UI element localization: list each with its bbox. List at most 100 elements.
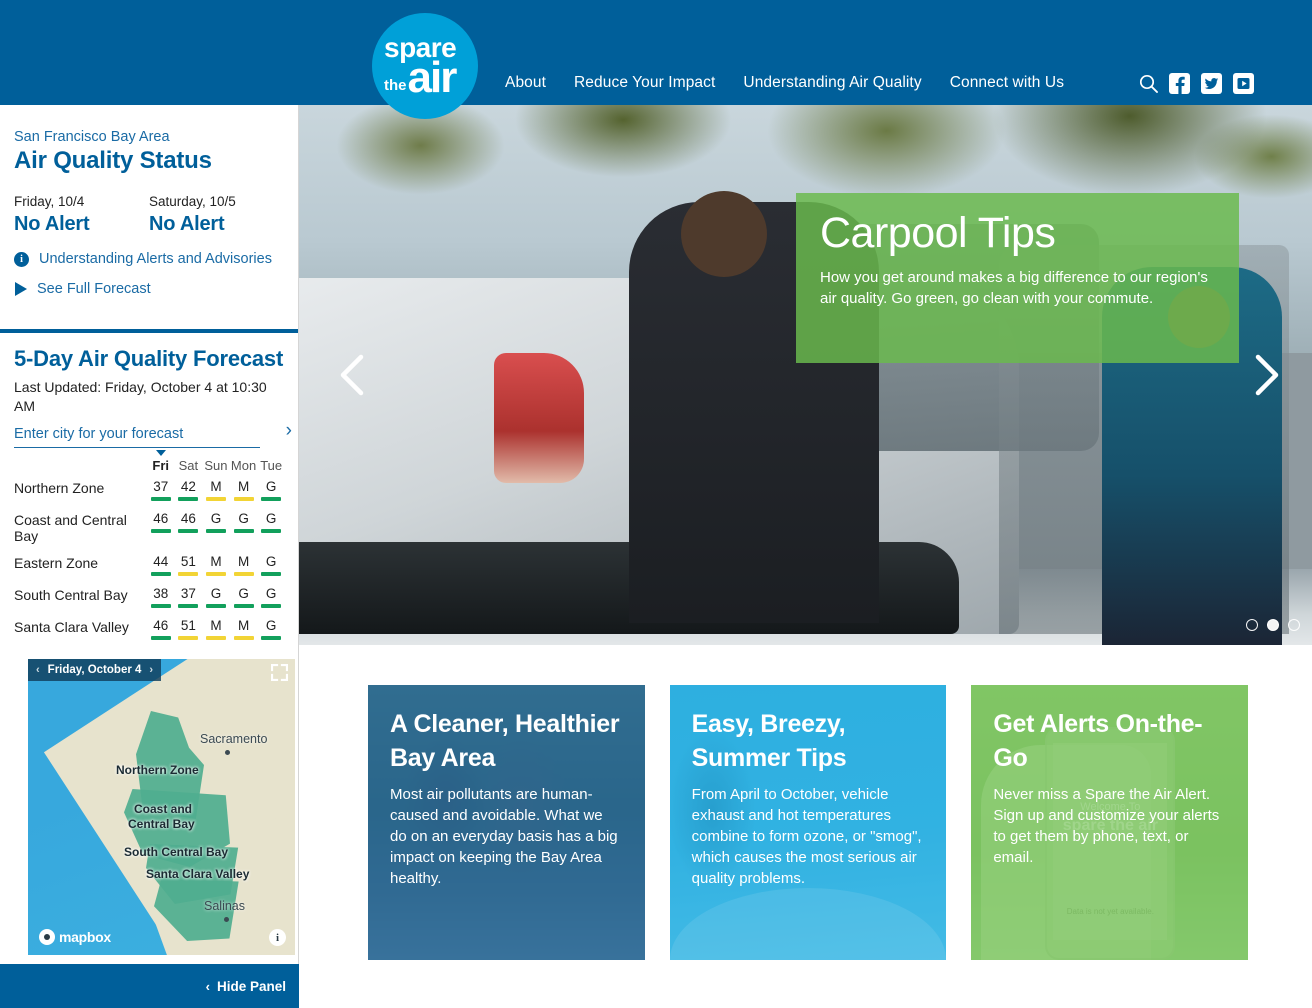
forecast-cell-mon: G (230, 582, 258, 614)
hero-image (299, 105, 1312, 645)
search-icon[interactable] (1139, 74, 1158, 98)
feature-card-cleaner-healthier[interactable]: A Cleaner, Healthier Bay Area Most air p… (368, 685, 645, 960)
forecast-value: 46 (153, 618, 169, 633)
zone-name: South Central Bay (14, 587, 128, 603)
forecast-color-bar (205, 497, 226, 501)
table-row[interactable]: Eastern Zone 44 51 M M G (14, 550, 285, 582)
expand-icon[interactable] (270, 663, 289, 682)
twitter-icon[interactable] (1201, 73, 1222, 99)
forecast-cell-sun: G (202, 507, 230, 550)
carousel-dot-1[interactable] (1246, 619, 1258, 631)
forecast-color-bar (233, 636, 254, 640)
forecast-color-bar (233, 529, 254, 533)
forecast-table: Fri Sat Sun Mon Tue Northern Zone 37 42 M M G… (14, 450, 285, 646)
forecast-color-bar (178, 604, 199, 608)
column-header-zone (14, 458, 147, 475)
table-row[interactable]: Coast and Central Bay 46 46 G G G (14, 507, 285, 550)
column-header-fri[interactable]: Fri (147, 450, 175, 475)
column-header-mon[interactable]: Mon (230, 458, 258, 475)
forecast-value: G (265, 586, 277, 601)
zone-name: Northern Zone (14, 480, 105, 496)
forecast-table-body: Northern Zone 37 42 M M G Coast and Central Ba… (14, 475, 285, 646)
site-header: spare the air About Reduce Your Impact U… (0, 0, 1312, 119)
info-icon: i (14, 251, 29, 267)
hero-slide-title: Carpool Tips (820, 209, 1056, 257)
forecast-value: M (210, 554, 222, 569)
forecast-cell-tue: G (257, 550, 285, 582)
table-row[interactable]: South Central Bay 38 37 G G G (14, 582, 285, 614)
feature-card-summer-tips[interactable]: Easy, Breezy, Summer Tips From April to … (669, 685, 947, 960)
column-header-sat[interactable]: Sat (175, 458, 203, 475)
nav-item-connect-with-us[interactable]: Connect with Us (950, 74, 1064, 92)
carousel-dot-3[interactable] (1288, 619, 1300, 631)
card-body: Never miss a Spare the Air Alert. Sign u… (993, 786, 1220, 866)
carousel-dot-2[interactable] (1267, 619, 1279, 631)
carousel-prev-arrow-icon[interactable] (335, 353, 369, 397)
youtube-icon[interactable] (1233, 73, 1254, 99)
forecast-cell-mon: M (230, 614, 258, 646)
forecast-value: G (238, 586, 249, 601)
column-header-tue[interactable]: Tue (257, 458, 285, 475)
status-day-label: Friday, 10/4 (14, 194, 85, 209)
forecast-value: M (210, 618, 222, 633)
card-title: A Cleaner, Healthier Bay Area (390, 710, 620, 772)
map-info-icon[interactable]: i (269, 929, 286, 946)
nav-item-understanding-air-quality[interactable]: Understanding Air Quality (743, 74, 921, 92)
column-header-sun[interactable]: Sun (202, 458, 230, 475)
left-panel: San Francisco Bay Area Air Quality Statu… (0, 105, 299, 1008)
forecast-cell-fri: 37 (147, 475, 175, 507)
table-row[interactable]: Northern Zone 37 42 M M G (14, 475, 285, 507)
forecast-color-bar (205, 636, 226, 640)
facebook-icon[interactable] (1169, 73, 1190, 99)
forecast-color-bar (150, 636, 171, 640)
forecast-value: G (210, 586, 222, 601)
forecast-color-bar (261, 636, 282, 640)
map-label-south-central-bay: South Central Bay (124, 845, 229, 859)
forecast-color-bar (150, 529, 171, 533)
forecast-color-bar (205, 572, 226, 576)
forecast-value: 42 (180, 479, 196, 494)
forecast-cell-sat: 51 (175, 550, 203, 582)
status-day-friday: Friday, 10/4 No Alert (14, 193, 149, 237)
forecast-color-bar (233, 572, 254, 576)
hide-panel-button[interactable]: ‹ Hide Panel (0, 964, 299, 1008)
card-body: Most air pollutants are human-caused and… (390, 786, 618, 887)
nav-item-reduce-your-impact[interactable]: Reduce Your Impact (574, 74, 715, 92)
link-understanding-alerts[interactable]: i Understanding Alerts and Advisories (14, 251, 284, 267)
city-search-wrapper: › (14, 420, 292, 448)
nav-item-about[interactable]: About (505, 74, 546, 92)
hero-slide-content[interactable]: Carpool Tips How you get around makes a … (796, 193, 1239, 363)
forecast-map[interactable]: Northern Zone Coast and Central Bay Sout… (28, 659, 295, 955)
status-day-saturday: Saturday, 10/5 No Alert (149, 193, 284, 237)
carousel-next-arrow-icon[interactable] (1250, 353, 1284, 397)
forecast-value: M (237, 479, 250, 494)
forecast-color-bar (261, 529, 282, 533)
forecast-cell-mon: M (230, 550, 258, 582)
air-quality-status-section: San Francisco Bay Area Air Quality Statu… (0, 105, 298, 307)
hero-slide-body: How you get around makes a big differenc… (820, 269, 1208, 307)
forecast-color-bar (205, 529, 226, 533)
site-logo[interactable]: spare the air (372, 13, 478, 119)
table-header-row: Fri Sat Sun Mon Tue (14, 450, 285, 475)
forecast-color-bar (261, 572, 282, 576)
link-see-full-forecast[interactable]: See Full Forecast (14, 281, 284, 297)
hide-panel-label: Hide Panel (216, 978, 286, 994)
mapbox-attribution[interactable]: mapbox (39, 929, 111, 945)
forecast-color-bar (261, 497, 282, 501)
map-label-coast-and: Coast and (134, 802, 193, 816)
forecast-color-bar (178, 572, 199, 576)
forecast-value: M (237, 618, 250, 633)
forecast-cell-fri: 44 (147, 550, 175, 582)
map-prev-day-icon[interactable]: ‹ (36, 664, 40, 676)
forecast-color-bar (205, 604, 226, 608)
map-next-day-icon[interactable]: › (149, 664, 153, 676)
status-badge: No Alert (14, 213, 90, 235)
forecast-cell-sat: 42 (175, 475, 203, 507)
forecast-color-bar (178, 497, 199, 501)
search-submit-icon[interactable]: › (286, 420, 292, 442)
forecast-cell-sun: M (202, 614, 230, 646)
table-row[interactable]: Santa Clara Valley 46 51 M M G (14, 614, 285, 646)
forecast-value: G (265, 479, 277, 494)
search-input[interactable] (14, 426, 260, 442)
feature-card-get-alerts[interactable]: Welcome To spare the air Data is not yet… (971, 685, 1249, 960)
